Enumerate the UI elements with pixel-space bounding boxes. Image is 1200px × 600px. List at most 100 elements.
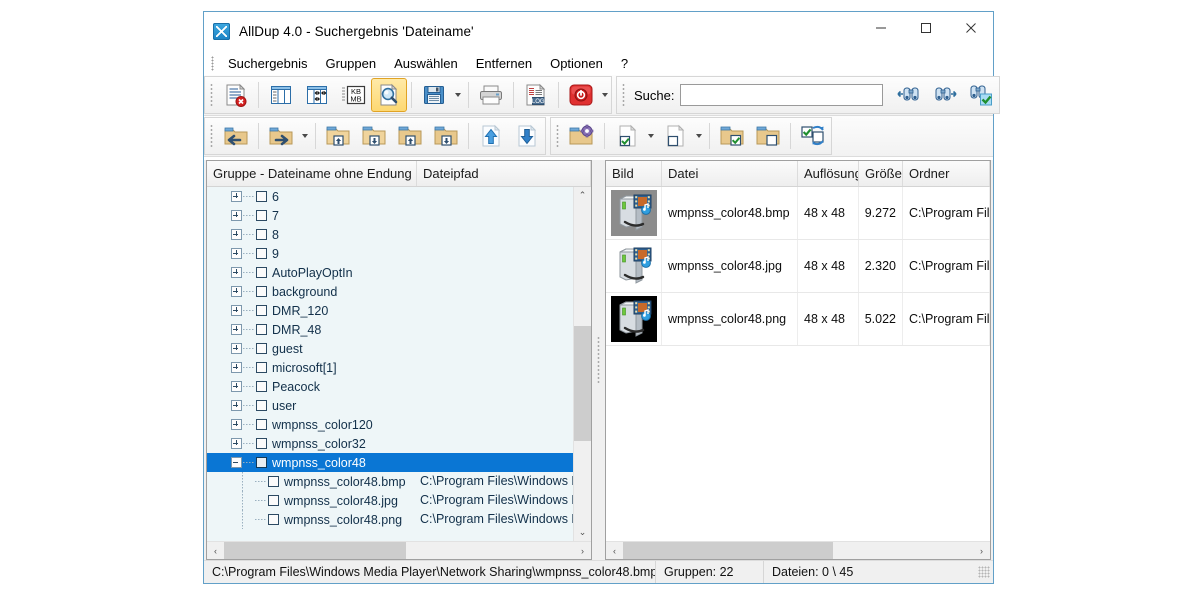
tree-row-checkbox[interactable]: [256, 400, 267, 411]
tree-row-checkbox[interactable]: [256, 457, 267, 468]
undo-button[interactable]: [218, 119, 254, 153]
menu-grip[interactable]: [211, 56, 214, 71]
tree-row[interactable]: wmpnss_color32: [207, 434, 573, 453]
redo-button[interactable]: [263, 119, 299, 153]
move-down-folder-button[interactable]: [356, 119, 392, 153]
expand-icon[interactable]: [231, 400, 242, 411]
save-dropdown-arrow[interactable]: [452, 79, 464, 111]
search-next-button[interactable]: [927, 78, 963, 112]
tree-row-name-cell[interactable]: guest: [207, 339, 417, 358]
column-width-button[interactable]: [299, 78, 335, 112]
expand-icon[interactable]: [231, 438, 242, 449]
file-list[interactable]: wmpnss_color48.bmp48 x 489.272C:\Program…: [606, 187, 990, 541]
scroll-left-button[interactable]: ‹: [606, 542, 623, 559]
invert-selection-button[interactable]: [795, 119, 831, 153]
tree-row[interactable]: wmpnss_color48.bmpC:\Program Files\Windo…: [207, 472, 573, 491]
copy-up-folder-button[interactable]: [392, 119, 428, 153]
tree-row-checkbox[interactable]: [256, 381, 267, 392]
hscroll-track[interactable]: [623, 542, 973, 559]
list-horizontal-scrollbar[interactable]: ‹ ›: [606, 541, 990, 559]
exit-button[interactable]: [563, 78, 599, 112]
expand-icon[interactable]: [231, 419, 242, 430]
list-column-auflsung[interactable]: Auflösung: [798, 161, 859, 186]
menu-auswaehlen[interactable]: Auswählen: [385, 54, 467, 73]
tree-row-checkbox[interactable]: [256, 286, 267, 297]
menu-entfernen[interactable]: Entfernen: [467, 54, 541, 73]
hscroll-track[interactable]: [224, 542, 574, 559]
tree-horizontal-scrollbar[interactable]: ‹ ›: [207, 541, 591, 559]
scroll-right-button[interactable]: ›: [574, 542, 591, 559]
tree-row-checkbox[interactable]: [268, 514, 279, 525]
tree-row-checkbox[interactable]: [256, 248, 267, 259]
tree-row-name-cell[interactable]: wmpnss_color120: [207, 415, 417, 434]
tree-row[interactable]: wmpnss_color48.jpgC:\Program Files\Windo…: [207, 491, 573, 510]
maximize-button[interactable]: [903, 12, 948, 43]
tree-row-name-cell[interactable]: user: [207, 396, 417, 415]
scroll-up-button[interactable]: ⌃: [574, 187, 591, 204]
tree-row-checkbox[interactable]: [256, 362, 267, 373]
tree-row[interactable]: 8: [207, 225, 573, 244]
tree-row-checkbox[interactable]: [268, 476, 279, 487]
hscroll-thumb[interactable]: [623, 542, 833, 559]
select-file-button[interactable]: [609, 119, 645, 153]
scroll-down-button[interactable]: ⌄: [574, 524, 591, 541]
tree-row[interactable]: user: [207, 396, 573, 415]
toolbar-grip-4[interactable]: [556, 124, 559, 148]
tree-row-name-cell[interactable]: microsoft[1]: [207, 358, 417, 377]
folder-settings-button[interactable]: [564, 119, 600, 153]
expand-icon[interactable]: [231, 343, 242, 354]
tree-row[interactable]: Peacock: [207, 377, 573, 396]
collapse-icon[interactable]: [231, 457, 242, 468]
copy-down-folder-button[interactable]: [428, 119, 464, 153]
tree-row-name-cell[interactable]: Peacock: [207, 377, 417, 396]
tree-row-checkbox[interactable]: [256, 324, 267, 335]
tree-row-checkbox[interactable]: [256, 438, 267, 449]
tree-row[interactable]: AutoPlayOptIn: [207, 263, 573, 282]
scroll-right-button[interactable]: ›: [973, 542, 990, 559]
tree-row-name-cell[interactable]: 9: [207, 244, 417, 263]
search-select-button[interactable]: [963, 78, 999, 112]
tree-vertical-scrollbar[interactable]: ⌃ ⌄: [573, 187, 591, 541]
size-unit-button[interactable]: KB MB: [335, 78, 371, 112]
group-tree[interactable]: 6789AutoPlayOptInbackgroundDMR_120DMR_48…: [207, 187, 573, 541]
hscroll-thumb[interactable]: [224, 542, 406, 559]
deselect-file-button[interactable]: [657, 119, 693, 153]
scroll-thumb[interactable]: [574, 326, 591, 441]
expand-icon[interactable]: [231, 324, 242, 335]
file-list-row[interactable]: wmpnss_color48.bmp48 x 489.272C:\Program…: [606, 187, 990, 240]
tree-row[interactable]: guest: [207, 339, 573, 358]
tree-row[interactable]: DMR_48: [207, 320, 573, 339]
tree-row-name-cell[interactable]: wmpnss_color48.png: [207, 510, 417, 529]
tree-row[interactable]: microsoft[1]: [207, 358, 573, 377]
expand-icon[interactable]: [231, 248, 242, 259]
redo-dropdown-arrow[interactable]: [299, 120, 311, 152]
search-input[interactable]: [680, 84, 883, 106]
tree-row-name-cell[interactable]: 8: [207, 225, 417, 244]
deselect-file-dropdown-arrow[interactable]: [693, 120, 705, 152]
tree-row[interactable]: 6: [207, 187, 573, 206]
tree-row-name-cell[interactable]: wmpnss_color48.jpg: [207, 491, 417, 510]
preview-button[interactable]: [371, 78, 407, 112]
expand-icon[interactable]: [231, 286, 242, 297]
tree-row-name-cell[interactable]: wmpnss_color48.bmp: [207, 472, 417, 491]
tree-row[interactable]: 7: [207, 206, 573, 225]
minimize-button[interactable]: [858, 12, 903, 43]
scroll-left-button[interactable]: ‹: [207, 542, 224, 559]
resize-grip[interactable]: [978, 566, 990, 578]
expand-icon[interactable]: [231, 381, 242, 392]
expand-icon[interactable]: [231, 362, 242, 373]
expand-icon[interactable]: [231, 191, 242, 202]
menu-suchergebnis[interactable]: Suchergebnis: [219, 54, 317, 73]
close-result-button[interactable]: [218, 78, 254, 112]
tree-row-name-cell[interactable]: AutoPlayOptIn: [207, 263, 417, 282]
expand-icon[interactable]: [231, 267, 242, 278]
tree-column-dateipfad[interactable]: Dateipfad: [417, 161, 591, 186]
panel-splitter[interactable]: [592, 160, 605, 560]
save-button[interactable]: [416, 78, 452, 112]
move-up-folder-button[interactable]: [320, 119, 356, 153]
tree-row-name-cell[interactable]: wmpnss_color48: [207, 453, 417, 472]
menu-optionen[interactable]: Optionen: [541, 54, 612, 73]
tree-row[interactable]: 9: [207, 244, 573, 263]
menu-gruppen[interactable]: Gruppen: [317, 54, 386, 73]
tree-row-checkbox[interactable]: [256, 229, 267, 240]
